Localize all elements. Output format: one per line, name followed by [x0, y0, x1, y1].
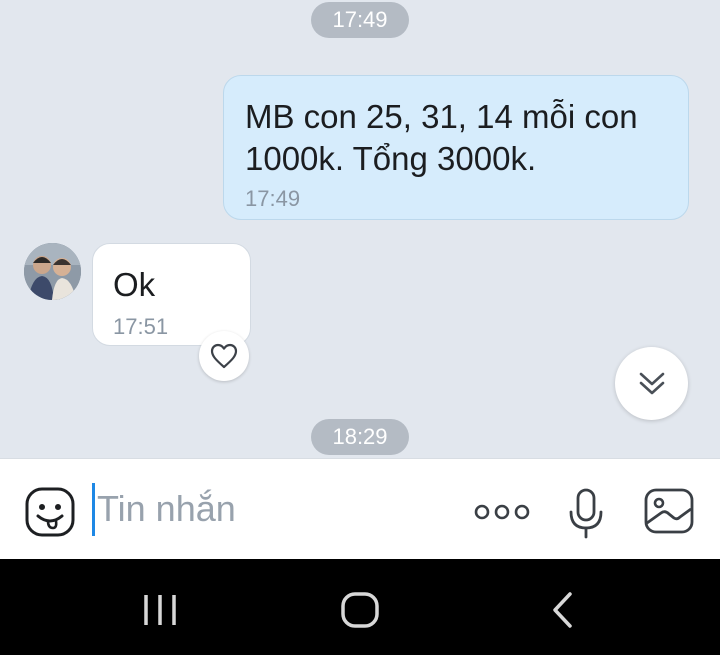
message-time: 17:49	[245, 186, 301, 211]
recent-apps-button[interactable]	[140, 592, 180, 628]
avatar[interactable]	[24, 243, 81, 300]
message-text: Ok	[113, 266, 156, 303]
message-text: MB con 25, 31, 14 mỗi con 1000k. Tổng 30…	[245, 98, 638, 177]
outgoing-message-bubble[interactable]: MB con 25, 31, 14 mỗi con 1000k. Tổng 30…	[223, 75, 689, 220]
voice-button[interactable]	[566, 487, 606, 541]
time-separator: 17:49	[311, 2, 409, 38]
more-dots-icon	[474, 504, 530, 520]
message-composer	[0, 458, 720, 559]
message-input[interactable]	[97, 481, 457, 537]
heart-icon	[210, 343, 238, 369]
chat-screen: 17:49 MB con 25, 31, 14 mỗi con 1000k. T…	[0, 0, 720, 655]
sticker-button[interactable]	[24, 486, 76, 538]
sticker-icon	[25, 487, 75, 537]
microphone-icon	[569, 488, 603, 539]
home-button[interactable]	[340, 591, 380, 629]
system-navigation-bar	[0, 559, 720, 655]
back-icon	[553, 592, 572, 628]
reaction-button[interactable]	[199, 331, 249, 381]
text-cursor	[92, 483, 95, 536]
image-button[interactable]	[643, 487, 695, 535]
time-separator: 18:29	[311, 419, 409, 455]
avatar-photo	[24, 243, 81, 300]
home-icon	[341, 592, 379, 628]
recent-apps-icon	[144, 595, 176, 625]
message-time: 17:51	[113, 314, 169, 339]
message-list[interactable]: 17:49 MB con 25, 31, 14 mỗi con 1000k. T…	[0, 0, 720, 458]
scroll-to-bottom-button[interactable]	[615, 347, 688, 420]
more-options-button[interactable]	[472, 497, 532, 527]
back-button[interactable]	[548, 591, 578, 629]
image-icon	[644, 488, 694, 534]
double-chevron-down-icon	[639, 372, 664, 394]
